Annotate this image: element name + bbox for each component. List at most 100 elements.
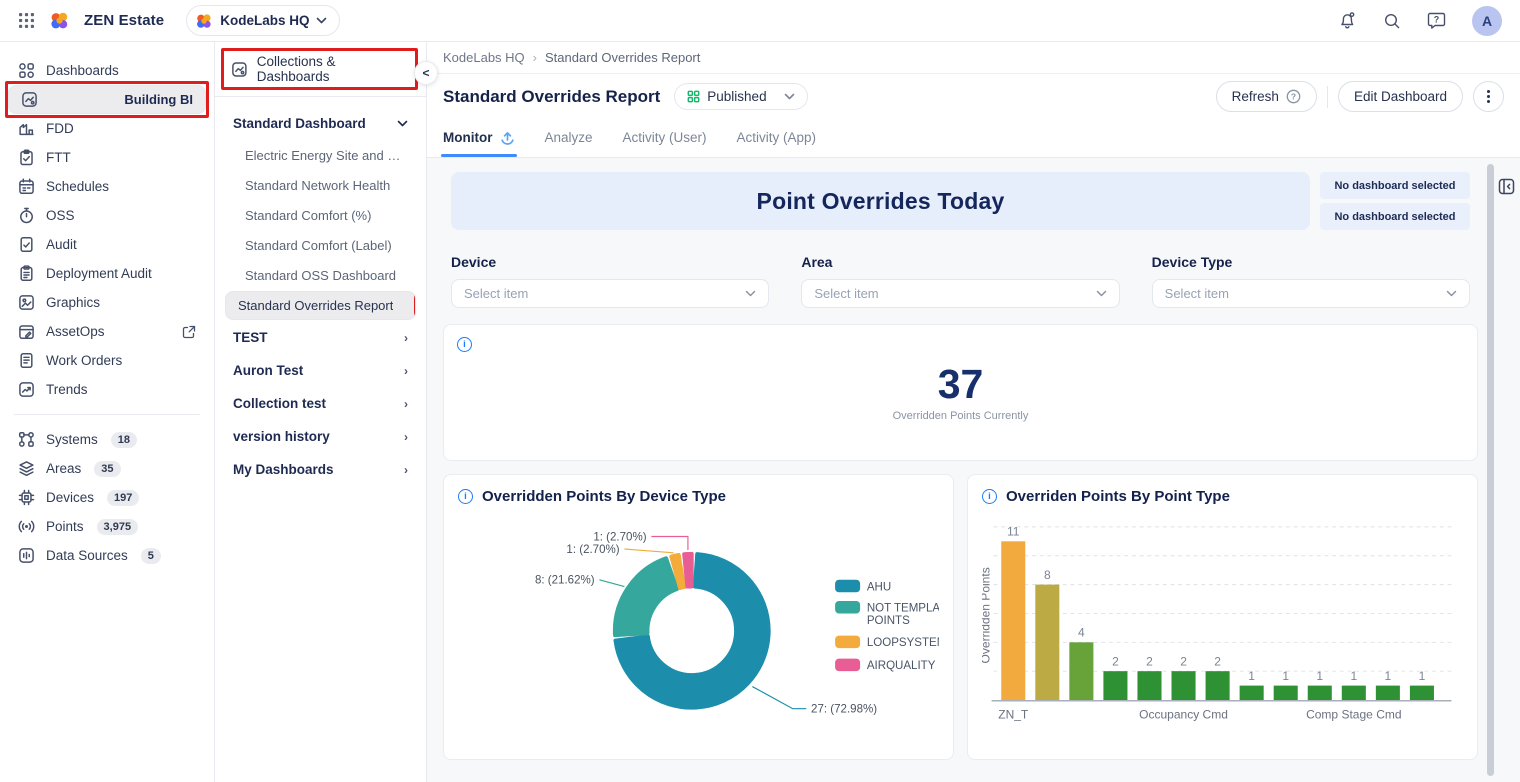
external-link-icon	[182, 325, 196, 339]
bar[interactable]	[1206, 671, 1230, 700]
bar-value-label: 11	[1007, 525, 1020, 539]
tab-activity-app[interactable]: Activity (App)	[737, 130, 817, 157]
dashboard-item-label: Standard Comfort (Label)	[245, 238, 392, 253]
dashboard-item[interactable]: Electric Energy Site and Su...	[225, 141, 416, 170]
search-icon[interactable]	[1383, 12, 1401, 30]
sidebar-item-audit[interactable]: Audit	[8, 230, 206, 259]
help-icon[interactable]: ?	[1427, 11, 1446, 30]
bar-value-label: 2	[1214, 654, 1221, 668]
bar-value-label: 1	[1316, 669, 1323, 683]
info-icon[interactable]: i	[458, 489, 473, 504]
sidebar-item-label: Schedules	[46, 179, 109, 194]
bar[interactable]	[1001, 541, 1025, 700]
sidebar-item-devices[interactable]: Devices 197	[8, 483, 206, 512]
sidebar-item-assetops[interactable]: AssetOps	[8, 317, 206, 346]
bell-icon[interactable]	[1338, 11, 1357, 30]
dashboard-item[interactable]: Standard Comfort (%)	[225, 201, 416, 230]
dashboard-item-label: Standard OSS Dashboard	[245, 268, 396, 283]
device-select[interactable]: Select item	[451, 279, 769, 308]
divider	[215, 96, 426, 97]
dashboard-item-label: Standard Network Health	[245, 178, 390, 193]
tab-monitor[interactable]: Monitor	[443, 130, 515, 157]
bar-value-label: 2	[1146, 654, 1153, 668]
avatar[interactable]: A	[1472, 6, 1502, 36]
sidebar-item-systems[interactable]: Systems 18	[8, 425, 206, 454]
bar[interactable]	[1035, 585, 1059, 700]
bar[interactable]	[1137, 671, 1161, 700]
collection-group-collection-test[interactable]: Collection test›	[225, 387, 416, 420]
info-icon[interactable]: i	[457, 337, 472, 352]
legend-swatch[interactable]	[835, 601, 860, 614]
trends-icon	[18, 381, 35, 398]
bar[interactable]	[1069, 642, 1093, 700]
dashboard-item[interactable]: Standard Comfort (Label)	[225, 231, 416, 260]
sidebar-item-data-sources[interactable]: Data Sources 5	[8, 541, 206, 570]
bar[interactable]	[1274, 686, 1298, 700]
x-tick-label: Occupancy Cmd	[1139, 707, 1228, 721]
sidebar-item-trends[interactable]: Trends	[8, 375, 206, 404]
filters-row: Device Select item Area Select item	[451, 254, 1470, 308]
sidebar-item-oss[interactable]: OSS	[8, 201, 206, 230]
sidebar-item-deployment-audit[interactable]: Deployment Audit	[8, 259, 206, 288]
collections-header[interactable]: Collections & Dashboards	[225, 54, 416, 84]
dashboard-item-selected[interactable]: Standard Overrides Report	[225, 291, 416, 320]
bar[interactable]	[1308, 686, 1332, 700]
collection-group-standard-dashboard[interactable]: Standard Dashboard	[225, 107, 416, 140]
graphics-icon	[18, 294, 35, 311]
sidebar-item-label: Points	[46, 519, 84, 534]
bar[interactable]	[1410, 686, 1434, 700]
device-type-select[interactable]: Select item	[1152, 279, 1470, 308]
collection-group-my-dashboards[interactable]: My Dashboards›	[225, 453, 416, 486]
legend-swatch[interactable]	[835, 636, 860, 649]
sidebar-item-graphics[interactable]: Graphics	[8, 288, 206, 317]
legend-label: LOOPSYSTEM	[867, 637, 939, 649]
bar[interactable]	[1103, 671, 1127, 700]
bar[interactable]	[1342, 686, 1366, 700]
sidebar-item-dashboards[interactable]: Dashboards	[8, 56, 206, 85]
slice-value-label: 27: (72.98%)	[811, 704, 877, 716]
dashboard-item[interactable]: Standard OSS Dashboard	[225, 261, 416, 290]
sidebar-item-points[interactable]: Points 3,975	[8, 512, 206, 541]
breadcrumb-org[interactable]: KodeLabs HQ	[443, 50, 525, 65]
donut-slice-airquality[interactable]	[684, 554, 692, 587]
chevron-right-icon: ›	[404, 430, 408, 444]
tab-activity-user[interactable]: Activity (User)	[623, 130, 707, 157]
bar[interactable]	[1240, 686, 1264, 700]
sidebar-item-work-orders[interactable]: Work Orders	[8, 346, 206, 375]
sidebar-item-areas[interactable]: Areas 35	[8, 454, 206, 483]
tab-analyze[interactable]: Analyze	[545, 130, 593, 157]
donut-slice-not-templated-points[interactable]	[615, 558, 677, 635]
legend-label: AIRQUALITY	[867, 660, 936, 672]
collapse-panel-button[interactable]: <	[414, 61, 438, 85]
chevron-down-icon	[1096, 290, 1107, 297]
sidebar-item-ftt[interactable]: FTT	[8, 143, 206, 172]
apps-grid-icon[interactable]	[18, 12, 35, 29]
vertical-scrollbar[interactable]	[1487, 164, 1494, 776]
more-options-button[interactable]	[1473, 81, 1504, 112]
publish-status-dropdown[interactable]: Published	[674, 83, 807, 110]
edit-dashboard-button[interactable]: Edit Dashboard	[1338, 81, 1463, 112]
tabs: Monitor Analyze Activity (User) Activity…	[427, 119, 1520, 158]
legend-swatch[interactable]	[835, 580, 860, 593]
sidebar-item-label: OSS	[46, 208, 75, 223]
org-switcher[interactable]: KodeLabs HQ	[186, 5, 340, 36]
sidebar-item-fdd[interactable]: FDD	[8, 114, 206, 143]
sidebar-item-label: Areas	[46, 461, 81, 476]
dashboard-item[interactable]: Standard Network Health	[225, 171, 416, 200]
bar[interactable]	[1172, 671, 1196, 700]
collection-group-test[interactable]: TEST›	[225, 321, 416, 354]
area-select[interactable]: Select item	[801, 279, 1119, 308]
info-icon[interactable]: i	[982, 489, 997, 504]
legend-label: NOT TEMPLATED	[867, 603, 939, 615]
sidebar-item-schedules[interactable]: Schedules	[8, 172, 206, 201]
collection-group-version-history[interactable]: version history›	[225, 420, 416, 453]
refresh-button[interactable]: Refresh ?	[1216, 81, 1317, 112]
sidebar-item-building-bi[interactable]: Building BI	[8, 85, 206, 114]
legend-swatch[interactable]	[835, 659, 860, 672]
top-bar: ZEN Estate KodeLabs HQ ?	[0, 0, 1520, 42]
collapse-right-panel-icon[interactable]	[1498, 178, 1515, 195]
bar[interactable]	[1376, 686, 1400, 700]
title-row: Standard Overrides Report Published Refr…	[427, 74, 1520, 119]
product-name: ZEN Estate	[84, 12, 164, 29]
collection-group-auron-test[interactable]: Auron Test›	[225, 354, 416, 387]
